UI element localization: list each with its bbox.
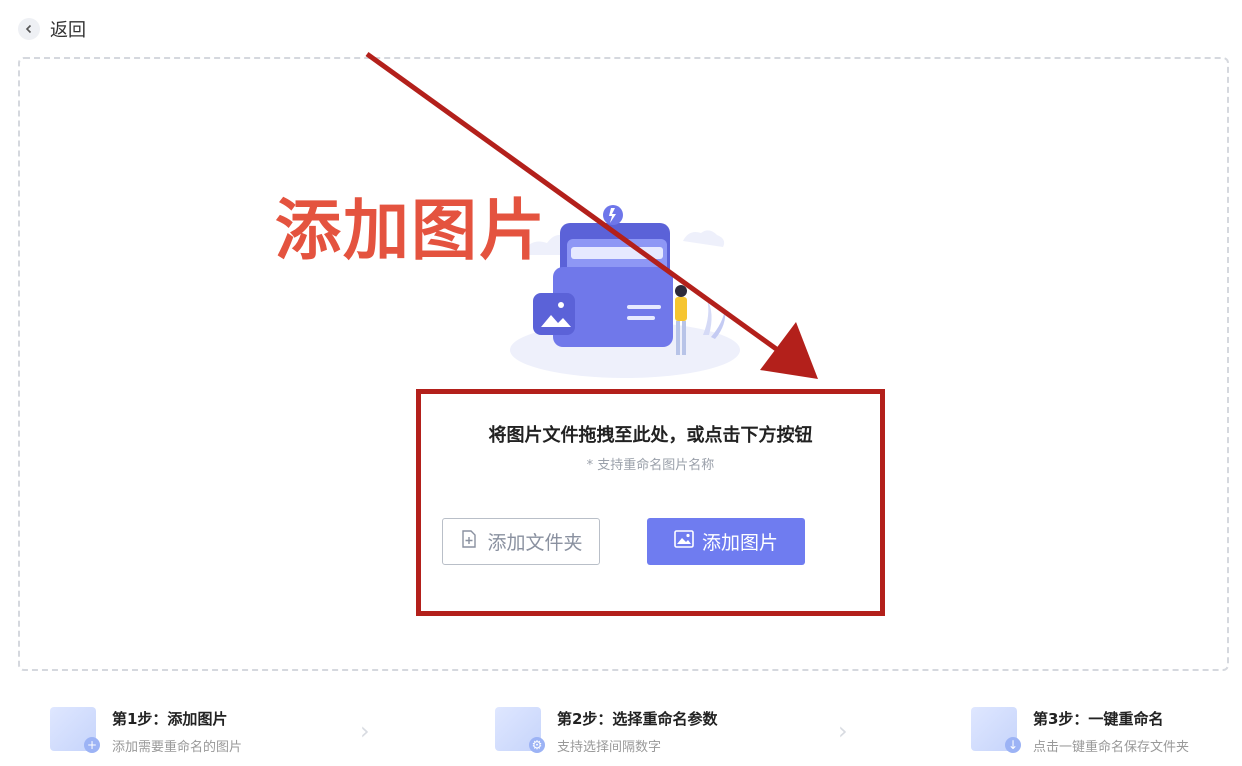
back-label: 返回 bbox=[50, 20, 86, 41]
chevron-left-icon bbox=[18, 18, 40, 40]
chevron-right-icon: › bbox=[838, 717, 848, 745]
step-desc: 点击一键重命名保存文件夹 bbox=[1033, 740, 1190, 755]
step-desc: 支持选择间隔数字 bbox=[557, 740, 662, 755]
settings-file-icon: ⚙ bbox=[495, 707, 545, 753]
step-2: ⚙ 第2步：选择重命名参数 支持选择间隔数字 bbox=[495, 702, 717, 758]
step-desc: 添加需要重命名的图片 bbox=[112, 740, 243, 755]
back-button[interactable]: 返回 bbox=[18, 16, 86, 42]
annotation-title: 添加图片 bbox=[275, 192, 547, 269]
step-title: 第1步：添加图片 bbox=[112, 710, 228, 728]
step-3: ↓ 第3步：一键重命名 点击一键重命名保存文件夹 bbox=[971, 702, 1189, 758]
download-image-icon: ↓ bbox=[971, 707, 1021, 753]
annotation-highlight-box bbox=[416, 389, 885, 616]
step-title: 第2步：选择重命名参数 bbox=[557, 710, 718, 728]
image-add-icon: + bbox=[50, 707, 100, 753]
chevron-right-icon: › bbox=[360, 717, 370, 745]
step-title: 第3步：一键重命名 bbox=[1033, 710, 1164, 728]
step-1: + 第1步：添加图片 添加需要重命名的图片 bbox=[50, 702, 242, 758]
